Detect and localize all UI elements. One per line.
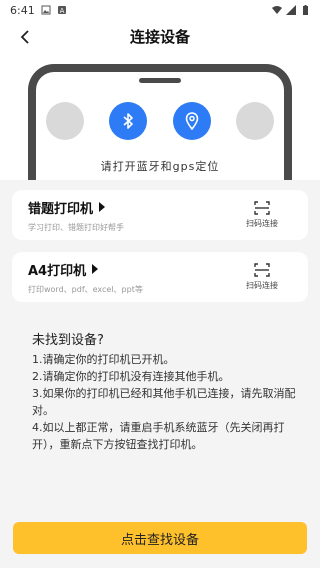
status-time: 6:41	[10, 3, 35, 17]
card-subtitle: 学习打印、错题打印好帮手	[28, 222, 124, 232]
bluetooth-gps-hint: 请打开蓝牙和gps定位	[100, 160, 220, 173]
scan-connect-button[interactable]: 扫码连接	[232, 263, 292, 291]
scan-connect-label: 扫码连接	[246, 281, 278, 290]
triangle-right-icon	[92, 264, 99, 274]
back-button[interactable]	[14, 26, 36, 48]
tip-line: 3.如果你的打印机已经和其他手机已连接，请先取消配对。	[32, 387, 296, 417]
tip-line: 4.如以上都正常，请重启手机系统蓝牙（先关闭再打开），重新点下方按钮查找打印机。	[32, 421, 285, 451]
printer-card-a4[interactable]: A4打印机 打印word、pdf、excel、ppt等 扫码连接	[12, 252, 308, 302]
phone-speaker	[139, 78, 181, 83]
printer-card-error-book[interactable]: 错题打印机 学习打印、错题打印好帮手 扫码连接	[12, 190, 308, 240]
scan-connect-button[interactable]: 扫码连接	[232, 201, 292, 229]
tip-line: 2.请确定你的打印机没有连接其他手机。	[32, 370, 230, 383]
bluetooth-icon	[123, 113, 134, 129]
placeholder-circle-right	[235, 102, 274, 140]
tips-title: 未找到设备?	[32, 333, 104, 348]
image-notification-icon	[41, 5, 51, 15]
device-illustration: 请打开蓝牙和gps定位	[0, 52, 320, 180]
chevron-left-icon	[20, 30, 29, 44]
signal-icon	[286, 5, 296, 15]
location-pin-icon	[185, 112, 198, 130]
wifi-icon	[272, 6, 282, 14]
placeholder-circle-left	[46, 102, 84, 140]
card-title: 错题打印机	[28, 201, 94, 217]
scan-connect-label: 扫码连接	[246, 219, 278, 228]
card-subtitle: 打印word、pdf、excel、ppt等	[28, 284, 143, 294]
phone-illustration: 请打开蓝牙和gps定位	[28, 64, 292, 180]
header: 连接设备	[0, 20, 320, 52]
triangle-right-icon	[99, 202, 106, 212]
svg-text:A: A	[59, 7, 64, 15]
find-device-button[interactable]: 点击查找设备	[13, 522, 307, 554]
tip-line: 1.请确定你的打印机已开机。	[32, 353, 175, 366]
scan-icon	[254, 263, 270, 277]
status-bar: 6:41 A	[0, 0, 320, 20]
scan-icon	[254, 201, 270, 215]
bluetooth-button[interactable]	[109, 102, 148, 140]
location-button[interactable]	[172, 102, 211, 140]
card-title: A4打印机	[28, 263, 87, 279]
battery-icon	[303, 5, 308, 15]
app-notification-icon: A	[57, 6, 66, 15]
page-title: 连接设备	[129, 27, 190, 46]
troubleshooting-tips: 未找到设备? 1.请确定你的打印机已开机。 2.请确定你的打印机没有连接其他手机…	[0, 314, 320, 453]
